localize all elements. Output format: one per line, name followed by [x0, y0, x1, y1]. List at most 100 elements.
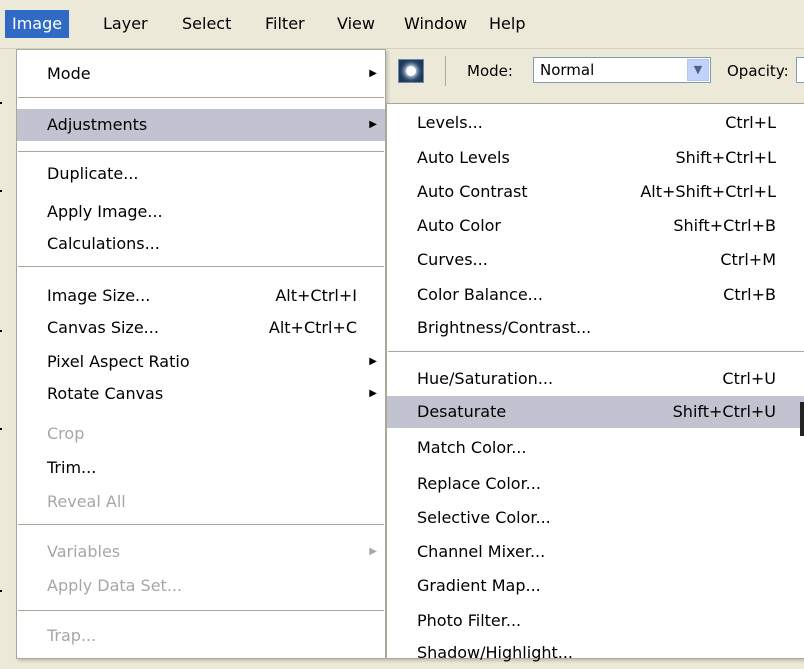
menu-item-label: Levels... — [417, 113, 483, 132]
menu-item-color-balance[interactable]: Color Balance... Ctrl+B — [387, 279, 804, 311]
menu-item-shortcut: Alt+Ctrl+C — [268, 318, 357, 337]
text-cursor-icon — [800, 402, 804, 436]
menu-item-label: Brightness/Contrast... — [417, 318, 592, 337]
menu-separator — [18, 151, 384, 152]
menu-item-label: Replace Color... — [417, 474, 541, 493]
menu-item-photo-filter[interactable]: Photo Filter... — [387, 605, 804, 637]
menu-item-image-size[interactable]: Image Size... Alt+Ctrl+I — [17, 280, 385, 312]
options-separator — [445, 56, 446, 86]
menu-item-auto-levels[interactable]: Auto Levels Shift+Ctrl+L — [387, 142, 804, 174]
menu-separator — [18, 266, 384, 267]
window-edge-mark — [0, 428, 2, 430]
menu-item-adjustments[interactable]: Adjustments ▶ — [17, 109, 385, 141]
menu-separator — [388, 351, 804, 352]
menu-item-gradient-map[interactable]: Gradient Map... — [387, 570, 804, 602]
menu-item-shadow-highlight[interactable]: Shadow/Highlight... — [387, 637, 804, 669]
menu-item-shortcut: Ctrl+M — [720, 250, 776, 269]
options-bar: Mode: Normal ▼ Opacity: — [385, 49, 804, 99]
menu-item-hue-saturation[interactable]: Hue/Saturation... Ctrl+U — [387, 363, 804, 395]
chevron-down-icon[interactable]: ▼ — [687, 59, 709, 81]
menu-item-label: Adjustments — [47, 115, 148, 134]
menu-item-shortcut: Shift+Ctrl+B — [673, 216, 776, 235]
window-edge-mark — [0, 330, 2, 332]
menu-item-variables[interactable]: Variables ▶ — [17, 536, 385, 568]
menu-item-channel-mixer[interactable]: Channel Mixer... — [387, 536, 804, 568]
menu-item-curves[interactable]: Curves... Ctrl+M — [387, 244, 804, 276]
menu-item-rotate-canvas[interactable]: Rotate Canvas ▶ — [17, 378, 385, 410]
menu-item-label: Pixel Aspect Ratio — [47, 352, 190, 371]
submenu-arrow-icon: ▶ — [369, 68, 377, 79]
menu-item-label: Canvas Size... — [47, 318, 159, 337]
menu-item-label: Apply Image... — [47, 202, 163, 221]
menu-item-auto-color[interactable]: Auto Color Shift+Ctrl+B — [387, 210, 804, 242]
menu-image[interactable]: Image — [5, 10, 70, 38]
menu-item-reveal-all[interactable]: Reveal All — [17, 486, 385, 518]
menu-item-label: Crop — [47, 424, 85, 443]
menu-item-label: Channel Mixer... — [417, 542, 546, 561]
menu-item-label: Auto Color — [417, 216, 502, 235]
menu-select[interactable]: Select — [175, 10, 238, 38]
menu-bar: Image Layer Select Filter View Window He… — [0, 0, 804, 49]
menu-item-replace-color[interactable]: Replace Color... — [387, 468, 804, 500]
menu-help[interactable]: Help — [482, 10, 532, 38]
mode-select[interactable]: Normal ▼ — [533, 57, 711, 83]
menu-item-label: Auto Contrast — [417, 182, 528, 201]
menu-item-pixel-aspect-ratio[interactable]: Pixel Aspect Ratio ▶ — [17, 346, 385, 378]
menu-item-label: Variables — [47, 542, 121, 561]
menu-item-label: Color Balance... — [417, 285, 543, 304]
menu-item-shortcut: Alt+Ctrl+I — [275, 286, 357, 305]
menu-item-apply-image[interactable]: Apply Image... — [17, 196, 385, 228]
menu-item-label: Trim... — [47, 458, 97, 477]
menu-layer[interactable]: Layer — [96, 10, 155, 38]
menu-item-label: Reveal All — [47, 492, 126, 511]
image-menu: Mode ▶ Adjustments ▶ Duplicate... Apply … — [16, 49, 386, 659]
menu-item-label: Apply Data Set... — [47, 576, 183, 595]
menu-item-label: Desaturate — [417, 402, 507, 421]
menu-separator — [18, 97, 384, 98]
opacity-field[interactable] — [796, 57, 804, 83]
mode-label: Mode: — [467, 62, 513, 80]
brush-preset-icon[interactable] — [398, 59, 424, 83]
menu-item-auto-contrast[interactable]: Auto Contrast Alt+Shift+Ctrl+L — [387, 176, 804, 208]
menu-item-label: Calculations... — [47, 234, 160, 253]
window-edge-mark — [0, 590, 2, 592]
menu-item-trap[interactable]: Trap... — [17, 620, 385, 652]
submenu-arrow-icon: ▶ — [369, 388, 377, 399]
menu-item-mode[interactable]: Mode ▶ — [17, 58, 385, 90]
menu-item-label: Curves... — [417, 250, 488, 269]
menu-item-calculations[interactable]: Calculations... — [17, 228, 385, 260]
menu-item-trim[interactable]: Trim... — [17, 452, 385, 484]
menu-item-canvas-size[interactable]: Canvas Size... Alt+Ctrl+C — [17, 312, 385, 344]
menu-item-levels[interactable]: Levels... Ctrl+L — [387, 107, 804, 139]
menu-item-label: Image Size... — [47, 286, 151, 305]
menu-item-label: Auto Levels — [417, 148, 510, 167]
menu-item-label: Selective Color... — [417, 508, 551, 527]
menu-item-shortcut: Alt+Shift+Ctrl+L — [640, 182, 776, 201]
menu-item-match-color[interactable]: Match Color... — [387, 432, 804, 464]
menu-item-shortcut: Ctrl+B — [723, 285, 776, 304]
menu-item-label: Rotate Canvas — [47, 384, 164, 403]
menu-item-label: Shadow/Highlight... — [417, 643, 574, 662]
menu-item-selective-color[interactable]: Selective Color... — [387, 502, 804, 534]
menu-window[interactable]: Window — [397, 10, 474, 38]
menu-separator — [18, 610, 384, 611]
mode-select-value: Normal — [540, 61, 595, 79]
submenu-arrow-icon: ▶ — [369, 546, 377, 557]
submenu-arrow-icon: ▶ — [369, 356, 377, 367]
menu-item-duplicate[interactable]: Duplicate... — [17, 158, 385, 190]
menu-item-shortcut: Shift+Ctrl+U — [672, 402, 776, 421]
menu-view[interactable]: View — [330, 10, 382, 38]
opacity-label: Opacity: — [727, 62, 789, 80]
menu-item-shortcut: Ctrl+L — [725, 113, 776, 132]
menu-item-label: Photo Filter... — [417, 611, 522, 630]
menu-filter[interactable]: Filter — [258, 10, 312, 38]
menu-item-label: Duplicate... — [47, 164, 139, 183]
menu-item-desaturate[interactable]: Desaturate Shift+Ctrl+U — [387, 396, 804, 428]
menu-item-label: Trap... — [47, 626, 97, 645]
menu-item-apply-data-set[interactable]: Apply Data Set... — [17, 570, 385, 602]
menu-item-crop[interactable]: Crop — [17, 418, 385, 450]
menu-item-brightness-contrast[interactable]: Brightness/Contrast... — [387, 312, 804, 344]
window-edge-mark — [0, 190, 2, 192]
window-edge-mark — [0, 102, 2, 104]
menu-item-label: Mode — [47, 64, 91, 83]
